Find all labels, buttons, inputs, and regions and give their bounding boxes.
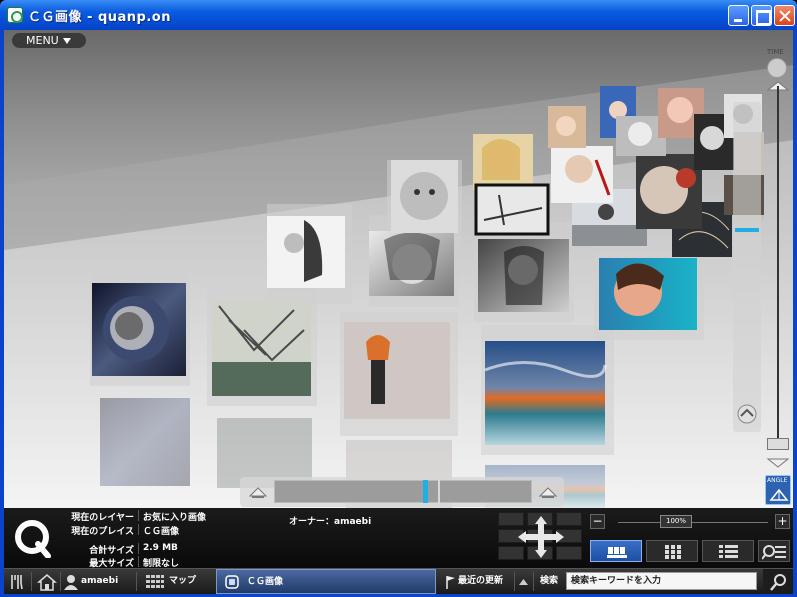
search-label: 検索: [540, 576, 559, 586]
scroll-right-icon[interactable]: [538, 484, 558, 500]
caret-up-icon[interactable]: [519, 578, 528, 585]
taskbar: amaebi マップ ＣＧ画像 最近の更新 検索: [4, 568, 793, 594]
list-view-icon: [719, 545, 738, 558]
info-divider: [138, 510, 139, 521]
window-title: ＣＧ画像 - quanp.on: [28, 10, 171, 25]
title-bar[interactable]: ＣＧ画像 - quanp.on: [0, 0, 797, 30]
vertical-scroll-track[interactable]: [733, 102, 761, 432]
view-mode-3d-button[interactable]: [590, 540, 642, 562]
scroll-left-icon[interactable]: [248, 484, 268, 500]
info-divider: [138, 543, 139, 554]
taskbar-divider: [514, 572, 515, 591]
home-icon[interactable]: [37, 573, 57, 591]
taskbar-divider: [60, 572, 61, 591]
taskbar-divider: [31, 572, 32, 591]
search-input[interactable]: [566, 572, 757, 590]
stack-view-icon: [607, 547, 627, 558]
info-divider: [138, 524, 139, 535]
grid-map-icon: [146, 575, 164, 588]
taskbar-divider: [533, 572, 534, 591]
tilt-down-icon[interactable]: [766, 456, 790, 470]
angle-label: ANGLE: [767, 477, 788, 484]
grid-view-icon: [665, 545, 681, 559]
zoom-value[interactable]: 100%: [660, 515, 692, 528]
time-rotate-icon[interactable]: [767, 58, 787, 78]
right-vertical-controls: TIME: [733, 46, 793, 468]
info-label: 合計サイズ: [89, 546, 134, 556]
recent-updates-button[interactable]: 最近の更新: [458, 569, 503, 594]
close-button[interactable]: [774, 5, 795, 26]
info-value: ＣＧ画像: [143, 527, 180, 537]
info-value: 2.9 MB: [143, 543, 178, 553]
app-logo-icon: [7, 7, 23, 23]
time-label: TIME: [767, 48, 784, 56]
scroll-divider: [438, 480, 440, 503]
3d-gallery-viewport[interactable]: MENU TIME ANGLE: [4, 30, 793, 508]
painting-girl-bw-1: [267, 216, 345, 288]
info-label: 現在のレイヤー: [71, 513, 134, 523]
menu-label: MENU: [26, 34, 59, 47]
horizontal-scroll-bar[interactable]: [240, 477, 564, 507]
painting-bench-bw: [474, 183, 550, 236]
direction-pad[interactable]: [498, 512, 584, 562]
painting-girl-bw-2: [369, 231, 454, 296]
view-mode-grid-button[interactable]: [646, 540, 698, 562]
view-mode-search-button[interactable]: [758, 540, 790, 562]
tab-cg-images[interactable]: ＣＧ画像: [216, 569, 436, 594]
user-icon: [64, 575, 78, 590]
info-label: 現在のプレイス: [71, 527, 134, 537]
painting-girl-face-bw-top: [391, 160, 458, 233]
flag-icon: [446, 576, 455, 589]
search-button[interactable]: [763, 569, 793, 594]
zoom-track[interactable]: [618, 522, 768, 523]
painting-girl-bw-3: [478, 239, 569, 312]
magnifier-icon: [770, 574, 786, 591]
tools-icon[interactable]: [10, 574, 24, 590]
zoom-in-button[interactable]: +: [775, 514, 790, 529]
pan-icon[interactable]: [737, 404, 757, 424]
zoom-slider-handle[interactable]: [767, 438, 789, 450]
painting-girl-tattoo: [551, 146, 613, 203]
painting-sunset-sea: [484, 341, 607, 445]
painting-branches: [212, 301, 311, 396]
view-mode-bar: [590, 540, 790, 564]
gallery-scene: [4, 65, 793, 508]
tab-cg-label: ＣＧ画像: [247, 577, 284, 587]
scroll-track[interactable]: [274, 480, 532, 503]
caret-down-icon: [62, 38, 71, 44]
owner-label: オーナー：amaebi: [289, 517, 372, 527]
info-value: お気に入り画像: [143, 513, 207, 523]
app-window: ＣＧ画像 - quanp.on MENU TIME ANGLE 現在のレイヤー …: [0, 0, 797, 597]
angle-button[interactable]: ANGLE: [765, 475, 791, 505]
zoom-control: − 100% +: [590, 514, 790, 534]
zoom-out-button[interactable]: −: [590, 514, 605, 529]
place-icon: [225, 575, 239, 589]
info-divider: [138, 556, 139, 567]
painting-fan-girl: [636, 154, 702, 229]
zoom-slider-track[interactable]: [777, 86, 779, 446]
maximize-button[interactable]: [751, 5, 772, 26]
painting-teal-face: [599, 258, 697, 330]
username-label[interactable]: amaebi: [81, 569, 118, 594]
vertical-scroll-thumb[interactable]: [735, 228, 759, 232]
painting-blonde-girl: [473, 134, 533, 190]
painting-anime-girl: [344, 322, 450, 419]
angle-icon: [769, 488, 789, 501]
scroll-thumb[interactable]: [423, 480, 428, 503]
painting-thumb-1: [548, 106, 586, 148]
menu-button[interactable]: MENU: [12, 33, 86, 48]
view-mode-list-button[interactable]: [702, 540, 754, 562]
painting-space-face: [92, 283, 186, 376]
move-arrows-icon: [518, 516, 564, 558]
minimize-button[interactable]: [728, 5, 749, 26]
taskbar-divider: [136, 572, 137, 591]
info-panel: 現在のレイヤー お気に入り画像 現在のプレイス ＣＧ画像 合計サイズ 2.9 M…: [4, 508, 793, 569]
search-list-icon: [762, 545, 786, 560]
map-button[interactable]: マップ: [169, 569, 196, 594]
